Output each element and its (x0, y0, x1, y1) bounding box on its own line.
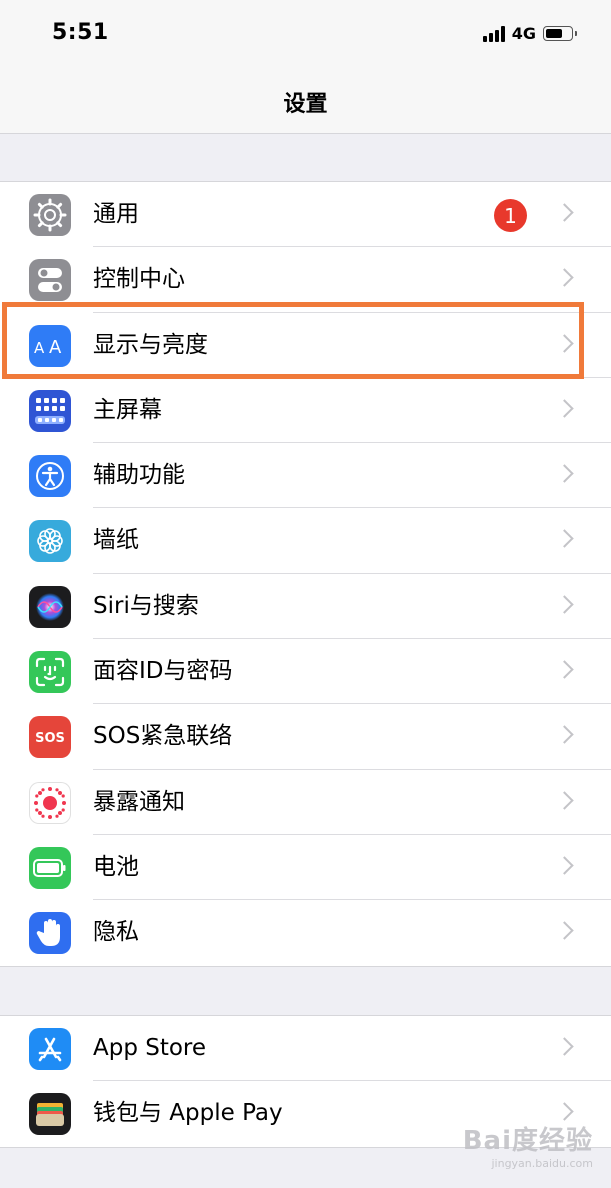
switches-icon (29, 259, 71, 302)
network-type: 4G (511, 24, 536, 43)
chevron-right-icon (555, 595, 574, 614)
page-title: 设置 (283, 92, 328, 117)
settings-row-emergency-sos[interactable]: SOS SOS紧急联络 (0, 704, 611, 770)
settings-row-face-id-passcode[interactable]: 面容ID与密码 (0, 639, 611, 705)
navigation-bar: 设置 (0, 70, 611, 134)
accessibility-icon (29, 455, 71, 498)
gear-icon (29, 194, 71, 236)
chevron-right-icon (555, 1102, 574, 1121)
watermark-logo: Bai度经验 jingyan.baidu.com (462, 1126, 593, 1170)
settings-row-label: SOS紧急联络 (93, 723, 233, 750)
settings-row-accessibility[interactable]: 辅助功能 (0, 443, 611, 509)
chevron-right-icon (555, 268, 574, 287)
cellular-signal-icon (482, 25, 505, 42)
sos-icon: SOS (29, 716, 71, 759)
settings-row-label: 辅助功能 (93, 462, 185, 489)
chevron-right-icon (555, 464, 574, 483)
battery-icon (29, 846, 71, 889)
settings-row-wallpaper[interactable]: 墙纸 (0, 508, 611, 574)
settings-row-label: 控制中心 (93, 266, 185, 293)
settings-screen: 5:51 4G 设置 通用 1 控制中心 A A 显示与亮度 主屏幕 辅助功能 … (0, 0, 611, 1188)
notification-badge: 1 (494, 199, 527, 232)
chevron-right-icon (555, 921, 574, 940)
settings-row-label: 墙纸 (93, 527, 139, 554)
settings-row-label: 通用 (93, 201, 139, 227)
settings-row-privacy[interactable]: 隐私 (0, 900, 611, 965)
settings-row-general[interactable]: 通用 1 (0, 182, 611, 248)
privacy-hand-icon (29, 912, 71, 955)
chevron-right-icon (555, 660, 574, 679)
exposure-notification-icon (29, 781, 71, 824)
settings-row-exposure-notifications[interactable]: 暴露通知 (0, 770, 611, 835)
chevron-right-icon (555, 399, 574, 418)
svg-text:A: A (34, 339, 45, 356)
svg-text:SOS: SOS (35, 731, 65, 746)
settings-row-siri-search[interactable]: Siri与搜索 (0, 574, 611, 640)
home-screen-grid-icon (29, 389, 71, 432)
chevron-right-icon (555, 203, 574, 222)
settings-row-label: 钱包与 Apple Pay (93, 1100, 283, 1127)
status-bar: 5:51 4G (0, 0, 611, 70)
chevron-right-icon (555, 790, 574, 810)
svg-text:A: A (49, 337, 62, 356)
battery-status-icon (543, 26, 577, 41)
chevron-right-icon (555, 725, 574, 745)
display-aa-icon: A A (29, 324, 71, 367)
chevron-right-icon (555, 333, 574, 353)
wallpaper-flower-icon (29, 520, 71, 563)
settings-row-label: 电池 (93, 853, 139, 880)
siri-icon (29, 585, 71, 628)
settings-row-control-center[interactable]: 控制中心 (0, 247, 611, 313)
settings-row-display-brightness[interactable]: A A 显示与亮度 (0, 313, 611, 378)
face-id-icon (29, 651, 71, 694)
settings-row-home-screen[interactable]: 主屏幕 (0, 378, 611, 444)
wallet-icon (29, 1093, 71, 1136)
settings-row-label: 显示与亮度 (93, 331, 208, 358)
settings-row-label: 隐私 (93, 919, 139, 946)
settings-group-main: 通用 1 控制中心 A A 显示与亮度 主屏幕 辅助功能 墙纸 Siri与搜索 … (0, 181, 611, 967)
status-time: 5:51 (52, 20, 109, 45)
settings-row-label: 面容ID与密码 (93, 658, 233, 685)
status-indicators: 4G (482, 24, 577, 43)
settings-row-label: Siri与搜索 (93, 592, 199, 619)
settings-row-label: App Store (93, 1035, 207, 1061)
settings-row-label: 暴露通知 (93, 788, 185, 815)
chevron-right-icon (555, 529, 574, 549)
chevron-right-icon (555, 856, 574, 875)
settings-row-battery[interactable]: 电池 (0, 835, 611, 901)
app-store-icon (29, 1028, 71, 1070)
settings-row-app-store[interactable]: App Store (0, 1016, 611, 1082)
settings-row-label: 主屏幕 (93, 396, 162, 423)
chevron-right-icon (555, 1037, 574, 1056)
